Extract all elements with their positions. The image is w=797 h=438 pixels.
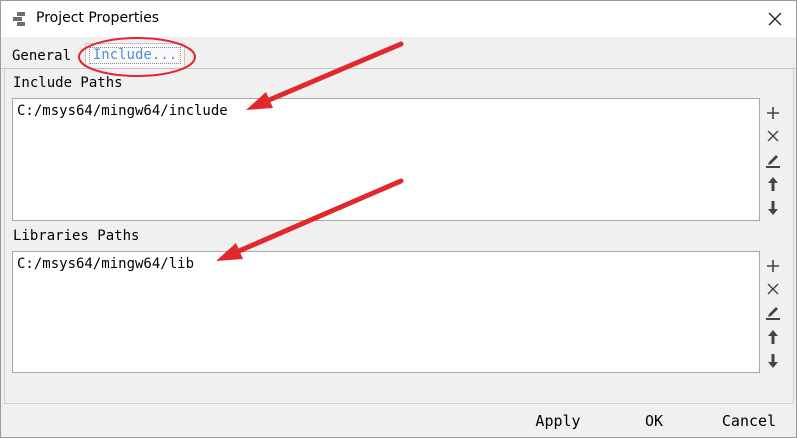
remove-icon (767, 283, 779, 295)
move-up-icon (768, 177, 778, 191)
close-button[interactable] (760, 4, 790, 34)
tab-include[interactable]: Include... (85, 43, 185, 67)
list-item[interactable]: C:/msys64/mingw64/lib (17, 255, 194, 273)
add-icon (767, 107, 779, 119)
include-paths-list[interactable]: C:/msys64/mingw64/include (12, 98, 760, 221)
cancel-button[interactable]: Cancel (714, 409, 784, 433)
ok-button[interactable]: OK (634, 409, 674, 433)
project-properties-dialog: Project Properties General Include... In… (0, 0, 797, 438)
list-item[interactable]: C:/msys64/mingw64/include (17, 102, 228, 120)
add-include-button[interactable] (763, 103, 783, 123)
edit-icon (766, 307, 780, 320)
move-up-include-button[interactable] (763, 174, 783, 194)
libraries-paths-list[interactable]: C:/msys64/mingw64/lib (12, 251, 760, 373)
move-down-icon (768, 201, 778, 215)
edit-include-button[interactable] (763, 150, 783, 170)
tab-include-label: Include... (92, 47, 178, 63)
add-library-button[interactable] (763, 256, 783, 276)
project-icon (13, 12, 25, 26)
title-bar: Project Properties (1, 1, 796, 37)
include-paths-label: Include Paths (13, 75, 123, 91)
remove-icon (767, 130, 779, 142)
apply-button[interactable]: Apply (528, 409, 588, 433)
edit-icon (766, 155, 780, 168)
tab-general[interactable]: General (8, 45, 75, 67)
remove-library-button[interactable] (763, 279, 783, 299)
remove-include-button[interactable] (763, 126, 783, 146)
move-up-library-button[interactable] (763, 327, 783, 347)
close-icon (768, 12, 782, 26)
libraries-paths-label: Libraries Paths (13, 228, 140, 244)
tab-bar: General Include... (1, 41, 796, 69)
edit-library-button[interactable] (763, 302, 783, 322)
move-down-icon (768, 354, 778, 368)
move-up-icon (768, 330, 778, 344)
move-down-include-button[interactable] (763, 198, 783, 218)
add-icon (767, 260, 779, 272)
move-down-library-button[interactable] (763, 351, 783, 371)
window-title: Project Properties (36, 10, 160, 26)
